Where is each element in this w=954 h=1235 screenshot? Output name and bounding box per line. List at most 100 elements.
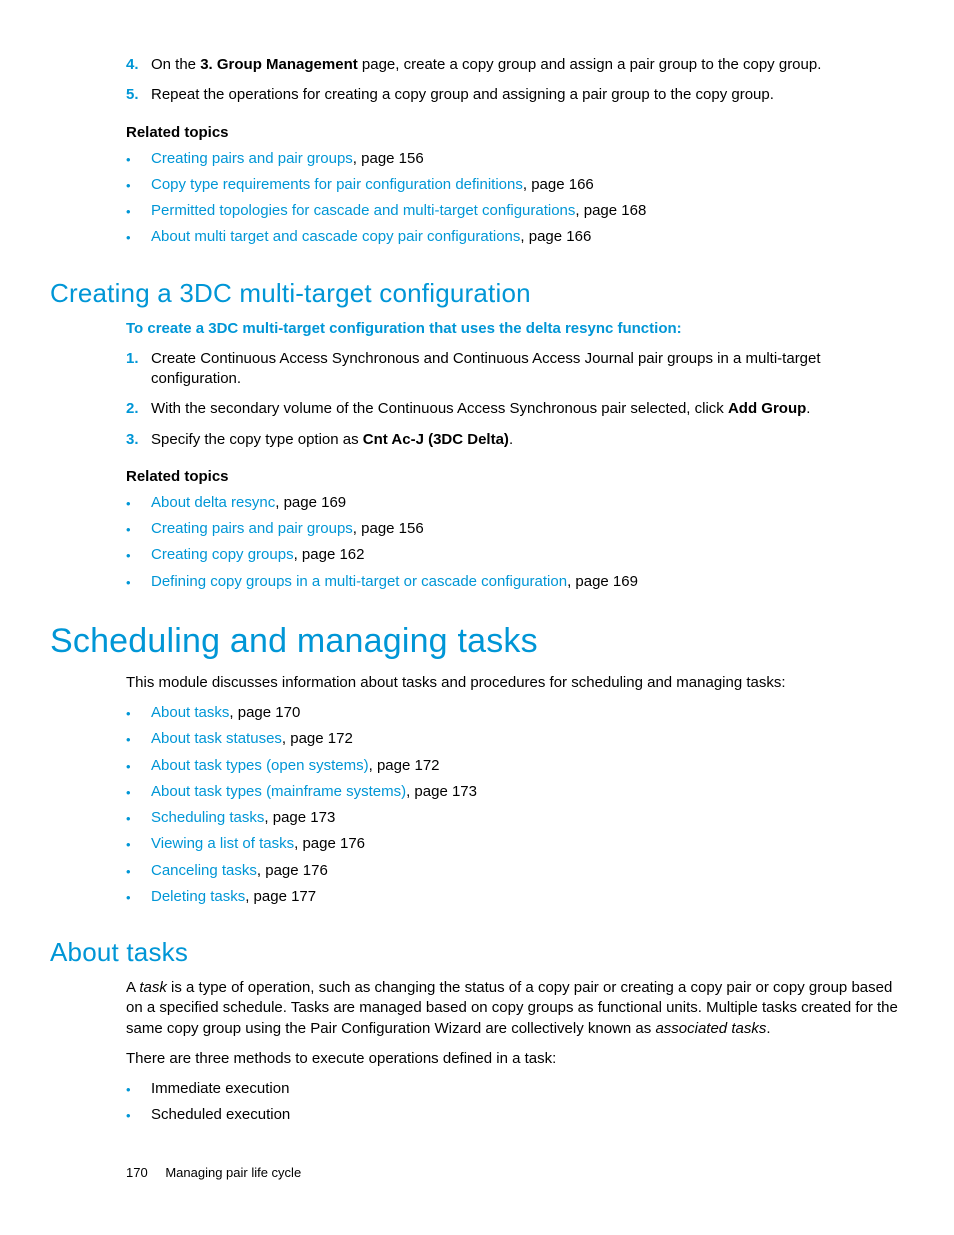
- bullet-icon: •: [126, 887, 151, 907]
- list-item: •Scheduled execution: [126, 1105, 904, 1125]
- step-text: Specify the copy type option as Cnt Ac-J…: [151, 430, 904, 450]
- topic-link[interactable]: Canceling tasks: [151, 862, 257, 879]
- page-footer: 170 Managing pair life cycle: [126, 1165, 301, 1180]
- bullet-icon: •: [126, 149, 151, 169]
- list-item: •Canceling tasks, page 176: [126, 861, 904, 881]
- section-heading-about-tasks: About tasks: [50, 937, 904, 968]
- related-link[interactable]: Copy type requirements for pair configur…: [151, 176, 523, 193]
- bullet-icon: •: [126, 175, 151, 195]
- page-ref: , page 172: [369, 757, 440, 774]
- section-heading-3dc: Creating a 3DC multi-target configuratio…: [50, 278, 904, 309]
- page-ref: , page 176: [294, 835, 365, 852]
- page-ref: , page 168: [575, 202, 646, 219]
- list-item: •About task statuses, page 172: [126, 729, 904, 749]
- step-item: 4. On the 3. Group Management page, crea…: [126, 55, 904, 75]
- bullet-icon: •: [126, 519, 151, 539]
- bullet-icon: •: [126, 201, 151, 221]
- list-item: •Viewing a list of tasks, page 176: [126, 834, 904, 854]
- steps-list: 1. Create Continuous Access Synchronous …: [126, 349, 904, 450]
- footer-title: Managing pair life cycle: [165, 1165, 301, 1180]
- method-text: Scheduled execution: [151, 1105, 904, 1125]
- step-number: 2.: [126, 399, 151, 419]
- related-topics-list: •Creating pairs and pair groups, page 15…: [126, 149, 904, 248]
- page-ref: , page 176: [257, 862, 328, 879]
- step-item: 1. Create Continuous Access Synchronous …: [126, 349, 904, 390]
- list-item: •Scheduling tasks, page 173: [126, 808, 904, 828]
- bullet-icon: •: [126, 729, 151, 749]
- intro-paragraph: This module discusses information about …: [126, 673, 904, 693]
- step-text: Repeat the operations for creating a cop…: [151, 85, 904, 105]
- topic-link[interactable]: About task types (mainframe systems): [151, 783, 406, 800]
- step-item: 3. Specify the copy type option as Cnt A…: [126, 430, 904, 450]
- related-link[interactable]: About delta resync: [151, 494, 275, 511]
- list-item: •Creating copy groups, page 162: [126, 545, 904, 565]
- related-link[interactable]: Creating copy groups: [151, 546, 294, 563]
- list-item: •Creating pairs and pair groups, page 15…: [126, 149, 904, 169]
- related-link[interactable]: Creating pairs and pair groups: [151, 150, 353, 167]
- page-ref: , page 173: [406, 783, 477, 800]
- topic-link[interactable]: About task types (open systems): [151, 757, 369, 774]
- related-link[interactable]: Defining copy groups in a multi-target o…: [151, 573, 567, 590]
- page-ref: , page 169: [567, 573, 638, 590]
- list-item: •Deleting tasks, page 177: [126, 887, 904, 907]
- step-number: 3.: [126, 430, 151, 450]
- page-ref: , page 166: [520, 228, 591, 245]
- methods-list: •Immediate execution •Scheduled executio…: [126, 1079, 904, 1126]
- page-ref: , page 166: [523, 176, 594, 193]
- bullet-icon: •: [126, 227, 151, 247]
- bullet-icon: •: [126, 756, 151, 776]
- related-topics-heading: Related topics: [126, 124, 904, 141]
- bullet-icon: •: [126, 1105, 151, 1125]
- methods-intro: There are three methods to execute opera…: [126, 1049, 904, 1069]
- bullet-icon: •: [126, 782, 151, 802]
- related-topics-heading: Related topics: [126, 468, 904, 485]
- topic-link[interactable]: Deleting tasks: [151, 888, 245, 905]
- bullet-icon: •: [126, 493, 151, 513]
- related-topics-list: •About delta resync, page 169 •Creating …: [126, 493, 904, 592]
- page-ref: , page 156: [353, 150, 424, 167]
- topic-link-list: •About tasks, page 170 •About task statu…: [126, 703, 904, 907]
- list-item: •Defining copy groups in a multi-target …: [126, 572, 904, 592]
- topic-link[interactable]: Scheduling tasks: [151, 809, 264, 826]
- about-tasks-paragraph: A task is a type of operation, such as c…: [126, 978, 904, 1039]
- page-ref: , page 156: [353, 520, 424, 537]
- page-ref: , page 169: [275, 494, 346, 511]
- bullet-icon: •: [126, 572, 151, 592]
- list-item: •Creating pairs and pair groups, page 15…: [126, 519, 904, 539]
- list-item: •About tasks, page 170: [126, 703, 904, 723]
- bullet-icon: •: [126, 808, 151, 828]
- list-item: •Immediate execution: [126, 1079, 904, 1099]
- related-link[interactable]: Permitted topologies for cascade and mul…: [151, 202, 575, 219]
- step-number: 5.: [126, 85, 151, 105]
- page-ref: , page 170: [229, 704, 300, 721]
- step-item: 5. Repeat the operations for creating a …: [126, 85, 904, 105]
- page-ref: , page 177: [245, 888, 316, 905]
- page-ref: , page 172: [282, 730, 353, 747]
- related-link[interactable]: Creating pairs and pair groups: [151, 520, 353, 537]
- related-link[interactable]: About multi target and cascade copy pair…: [151, 228, 520, 245]
- intro-text: To create a 3DC multi-target configurati…: [126, 319, 904, 339]
- list-item: •About task types (mainframe systems), p…: [126, 782, 904, 802]
- step-item: 2. With the secondary volume of the Cont…: [126, 399, 904, 419]
- top-steps-list: 4. On the 3. Group Management page, crea…: [126, 55, 904, 106]
- bullet-icon: •: [126, 861, 151, 881]
- page-number: 170: [126, 1165, 148, 1180]
- method-text: Immediate execution: [151, 1079, 904, 1099]
- step-text: Create Continuous Access Synchronous and…: [151, 349, 904, 390]
- page-ref: , page 162: [294, 546, 365, 563]
- step-text: With the secondary volume of the Continu…: [151, 399, 904, 419]
- document-page: 4. On the 3. Group Management page, crea…: [0, 0, 954, 1235]
- topic-link[interactable]: About task statuses: [151, 730, 282, 747]
- list-item: •Permitted topologies for cascade and mu…: [126, 201, 904, 221]
- section-heading-scheduling: Scheduling and managing tasks: [50, 622, 904, 661]
- topic-link[interactable]: Viewing a list of tasks: [151, 835, 294, 852]
- bullet-icon: •: [126, 1079, 151, 1099]
- list-item: •About delta resync, page 169: [126, 493, 904, 513]
- topic-link[interactable]: About tasks: [151, 704, 229, 721]
- step-number: 1.: [126, 349, 151, 390]
- step-number: 4.: [126, 55, 151, 75]
- bullet-icon: •: [126, 703, 151, 723]
- step-text: On the 3. Group Management page, create …: [151, 55, 904, 75]
- list-item: •About multi target and cascade copy pai…: [126, 227, 904, 247]
- page-ref: , page 173: [264, 809, 335, 826]
